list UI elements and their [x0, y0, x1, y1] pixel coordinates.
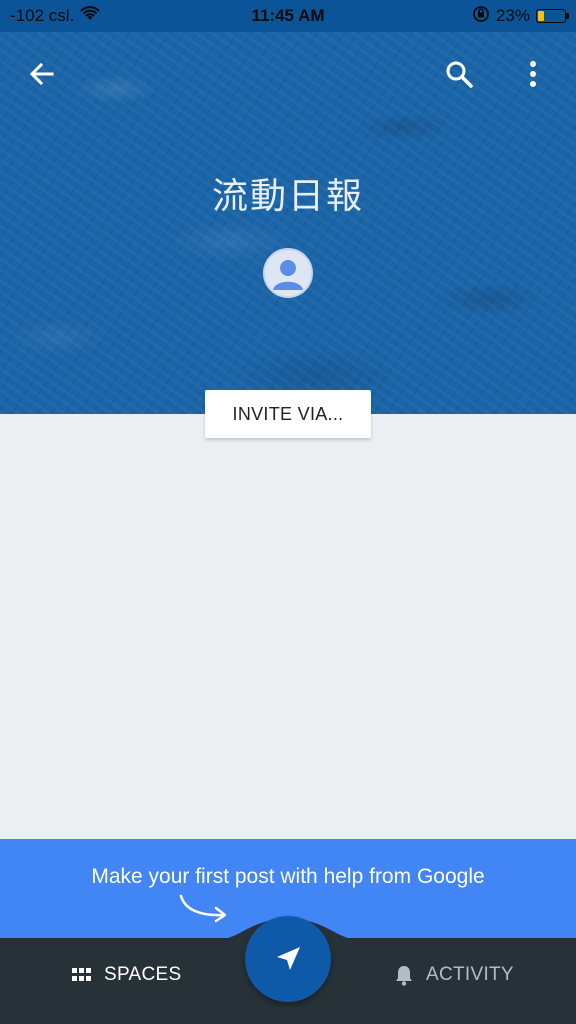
status-left: -102 csl.: [10, 5, 100, 27]
person-icon: [273, 260, 303, 290]
avatar[interactable]: [263, 248, 313, 298]
battery-icon: [536, 9, 569, 23]
content-area: [0, 438, 576, 839]
more-options-button[interactable]: [509, 50, 557, 98]
bell-icon: [396, 966, 412, 986]
search-icon: [446, 61, 473, 88]
status-time: 11:45 AM: [251, 6, 325, 25]
battery-percent: 23%: [495, 6, 530, 25]
new-post-fab[interactable]: [245, 916, 331, 1002]
status-bar: -102 csl. 11:45 AM 23%: [0, 0, 576, 32]
wifi-icon: [80, 5, 100, 27]
invite-via-button[interactable]: INVITE VIA...: [205, 390, 371, 438]
nav-activity-label: ACTIVITY: [426, 964, 514, 985]
carrier-signal: -102 csl.: [10, 6, 75, 25]
status-right: 23%: [472, 5, 569, 28]
arrow-left-icon: [29, 62, 54, 86]
grid-icon: [72, 968, 91, 981]
promo-text: Make your first post with help from Goog…: [91, 865, 485, 888]
space-title: 流動日報: [211, 175, 364, 216]
nav-spaces-label: SPACES: [104, 964, 182, 985]
space-header: 流動日報: [0, 32, 576, 414]
more-vert-icon: [530, 61, 536, 87]
nav-spaces[interactable]: SPACES: [72, 964, 181, 986]
search-button[interactable]: [435, 50, 483, 98]
back-button[interactable]: [18, 50, 66, 98]
rotation-lock-icon: [472, 5, 490, 28]
battery-level: [538, 11, 544, 21]
send-icon: [277, 947, 300, 970]
nav-activity[interactable]: ACTIVITY: [394, 964, 514, 986]
